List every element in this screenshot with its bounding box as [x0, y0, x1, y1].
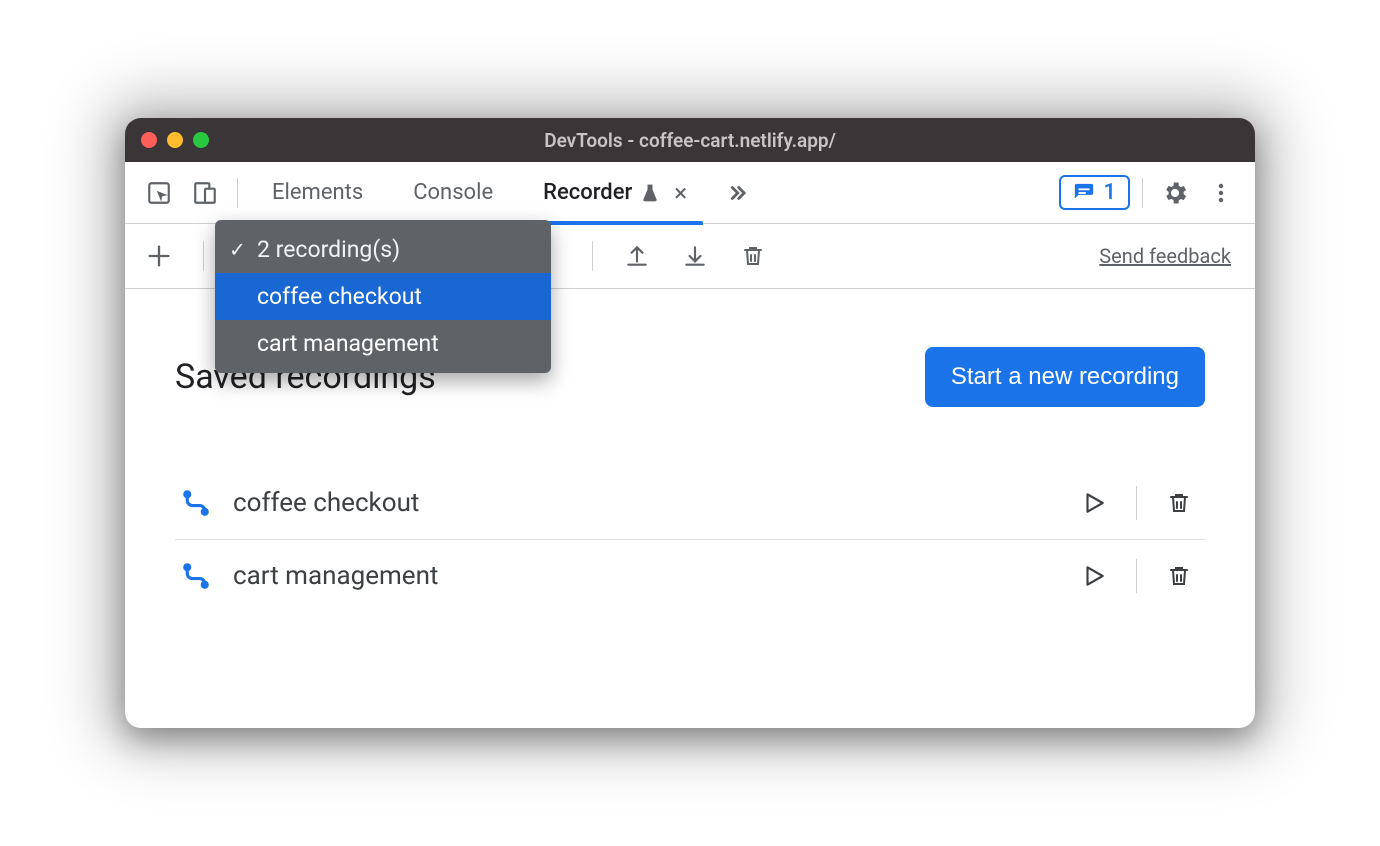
recording-row[interactable]: coffee checkout: [175, 467, 1205, 540]
tab-label: Console: [413, 180, 493, 205]
tabs-bar: Elements Console Recorder × 1: [125, 162, 1255, 224]
window-zoom-button[interactable]: [193, 132, 209, 148]
tab-label: Recorder: [543, 180, 632, 205]
tab-label: Elements: [272, 180, 363, 205]
send-feedback-link[interactable]: Send feedback: [1099, 244, 1231, 268]
delete-recording-icon[interactable]: [1159, 483, 1199, 523]
issues-icon: [1073, 182, 1095, 204]
recording-name: coffee checkout: [233, 488, 1052, 518]
tab-elements[interactable]: Elements: [250, 162, 385, 224]
delete-recording-icon[interactable]: [1159, 556, 1199, 596]
play-recording-icon[interactable]: [1074, 483, 1114, 523]
export-icon[interactable]: [617, 236, 657, 276]
dropdown-item-label: cart management: [257, 330, 439, 357]
window-close-button[interactable]: [141, 132, 157, 148]
more-tabs-icon[interactable]: [715, 173, 755, 213]
recordings-list: coffee checkout cart management: [175, 467, 1205, 612]
titlebar: DevTools - coffee-cart.netlify.app/: [125, 118, 1255, 162]
window-minimize-button[interactable]: [167, 132, 183, 148]
inspect-element-icon[interactable]: [139, 173, 179, 213]
dropdown-header-label: 2 recording(s): [257, 236, 400, 263]
recording-row[interactable]: cart management: [175, 540, 1205, 612]
window-title: DevTools - coffee-cart.netlify.app/: [125, 129, 1255, 152]
dropdown-item[interactable]: coffee checkout: [215, 273, 551, 320]
add-recording-icon[interactable]: [139, 236, 179, 276]
divider: [1142, 178, 1143, 208]
device-toggle-icon[interactable]: [185, 173, 225, 213]
divider: [203, 241, 204, 271]
experiment-icon: [640, 183, 660, 203]
recorder-toolbar: 2 recording(s) coffee checkout cart mana…: [125, 224, 1255, 289]
delete-icon[interactable]: [733, 236, 773, 276]
issues-count: 1: [1103, 180, 1116, 205]
start-recording-button[interactable]: Start a new recording: [925, 347, 1205, 407]
play-recording-icon[interactable]: [1074, 556, 1114, 596]
devtools-window: DevTools - coffee-cart.netlify.app/ Elem…: [125, 118, 1255, 728]
tab-recorder[interactable]: Recorder ×: [521, 162, 709, 224]
dropdown-item[interactable]: cart management: [215, 320, 551, 367]
recording-name: cart management: [233, 561, 1052, 591]
dropdown-header[interactable]: 2 recording(s): [215, 226, 551, 273]
kebab-menu-icon[interactable]: [1201, 173, 1241, 213]
flow-icon: [181, 488, 211, 518]
import-icon[interactable]: [675, 236, 715, 276]
flow-icon: [181, 561, 211, 591]
issues-chip[interactable]: 1: [1059, 175, 1130, 210]
divider: [1136, 559, 1137, 593]
divider: [592, 241, 593, 271]
recordings-dropdown: 2 recording(s) coffee checkout cart mana…: [215, 220, 551, 373]
close-tab-icon[interactable]: ×: [674, 181, 687, 205]
tab-console[interactable]: Console: [391, 162, 515, 224]
dropdown-item-label: coffee checkout: [257, 283, 422, 310]
settings-icon[interactable]: [1155, 173, 1195, 213]
divider: [237, 178, 238, 208]
divider: [1136, 486, 1137, 520]
traffic-lights: [141, 132, 209, 148]
